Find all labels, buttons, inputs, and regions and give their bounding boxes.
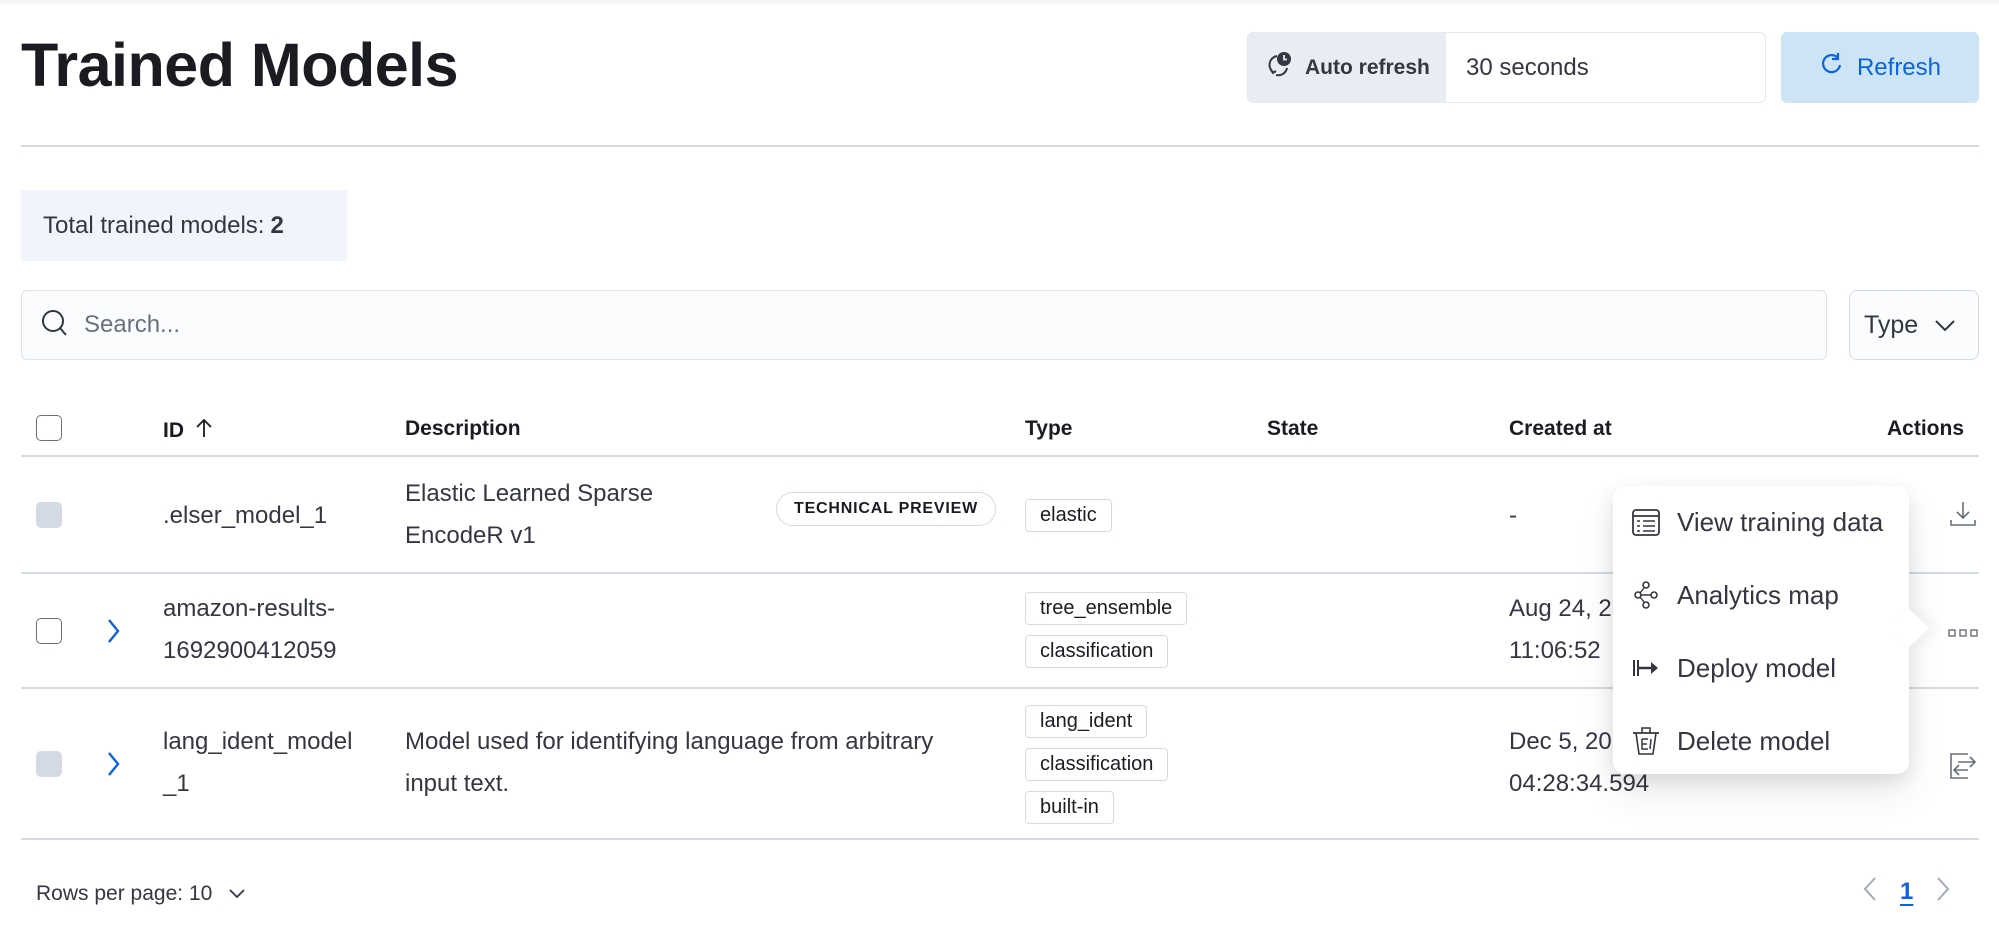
deploy-arrow-icon bbox=[1631, 658, 1661, 678]
column-header-id[interactable]: ID bbox=[163, 417, 214, 445]
type-tag: built-in bbox=[1025, 791, 1114, 824]
column-header-type[interactable]: Type bbox=[1025, 417, 1072, 441]
menu-item-analytics-map[interactable]: Analytics map bbox=[1631, 570, 1839, 620]
type-filter-label: Type bbox=[1864, 310, 1919, 339]
model-id: .elser_model_1 bbox=[163, 502, 328, 529]
type-tag: classification bbox=[1025, 635, 1169, 668]
type-tag: classification bbox=[1025, 748, 1169, 781]
expand-row-chevron-icon[interactable] bbox=[103, 616, 123, 646]
expand-row-chevron-icon[interactable] bbox=[103, 749, 123, 779]
created-line: Aug 24, 2 bbox=[1509, 595, 1612, 622]
auto-refresh-control[interactable]: Auto refresh 30 seconds bbox=[1247, 32, 1766, 103]
description-line: EncodeR v1 bbox=[405, 522, 536, 549]
model-description: Elastic Learned Sparse EncodeR v1 bbox=[405, 473, 653, 557]
search-icon bbox=[40, 308, 70, 343]
total-models-stat: Total trained models: 2 bbox=[21, 190, 347, 261]
menu-item-label: Analytics map bbox=[1677, 579, 1839, 610]
type-tag: elastic bbox=[1025, 499, 1112, 532]
id-line: lang_ident_model bbox=[163, 728, 353, 755]
table-header: ID Description Type State Created at Act… bbox=[21, 400, 1979, 457]
previous-page-chevron-icon[interactable] bbox=[1862, 876, 1878, 907]
auto-refresh-label: Auto refresh bbox=[1305, 55, 1430, 79]
transfer-icon[interactable] bbox=[1948, 751, 1978, 788]
row-checkbox bbox=[36, 502, 62, 528]
type-tag: lang_ident bbox=[1025, 705, 1148, 738]
auto-refresh-interval[interactable]: 30 seconds bbox=[1446, 33, 1765, 102]
table-list-icon bbox=[1631, 508, 1661, 536]
id-line: amazon-results- bbox=[163, 595, 336, 622]
description-line: Elastic Learned Sparse bbox=[405, 480, 654, 507]
model-type-tags: lang_ident classification built-in bbox=[1025, 705, 1169, 834]
next-page-chevron-icon[interactable] bbox=[1935, 876, 1951, 907]
model-id: amazon-results- 1692900412059 bbox=[163, 588, 337, 672]
id-line: _1 bbox=[163, 770, 190, 797]
graph-nodes-icon bbox=[1631, 581, 1661, 609]
select-all-checkbox[interactable] bbox=[36, 415, 62, 441]
menu-item-view-training-data[interactable]: View training data bbox=[1631, 497, 1883, 547]
type-tag: tree_ensemble bbox=[1025, 592, 1188, 625]
created-at: - bbox=[1509, 502, 1517, 529]
column-header-state[interactable]: State bbox=[1267, 417, 1318, 441]
column-header-description[interactable]: Description bbox=[405, 417, 521, 441]
model-type-tags: elastic bbox=[1025, 499, 1112, 542]
technical-preview-badge: TECHNICAL PREVIEW bbox=[776, 492, 996, 526]
page-number-button[interactable]: 1 bbox=[1900, 878, 1913, 906]
search-input[interactable] bbox=[84, 311, 1684, 339]
column-header-actions: Actions bbox=[1887, 417, 1965, 440]
header-divider bbox=[21, 145, 1979, 147]
created-line: 11:06:52 bbox=[1509, 637, 1601, 664]
column-id-label: ID bbox=[163, 419, 184, 442]
row-checkbox bbox=[36, 751, 62, 777]
pagination: 1 bbox=[1862, 876, 1951, 907]
total-models-value: 2 bbox=[270, 211, 284, 239]
row-checkbox[interactable] bbox=[36, 618, 62, 644]
actions-popover: View training data Analytics map Deploy … bbox=[1613, 486, 1929, 774]
menu-item-label: Delete model bbox=[1677, 725, 1831, 756]
search-bar[interactable] bbox=[21, 290, 1827, 360]
chevron-down-icon bbox=[1934, 311, 1956, 340]
chevron-down-icon bbox=[228, 882, 246, 906]
total-models-label: Total trained models: bbox=[43, 211, 265, 239]
model-type-tags: tree_ensemble classification bbox=[1025, 592, 1188, 678]
model-description: Model used for identifying language from… bbox=[405, 721, 933, 805]
auto-refresh-toggle[interactable]: Auto refresh bbox=[1248, 33, 1446, 102]
page-title: Trained Models bbox=[21, 31, 459, 99]
menu-item-label: Deploy model bbox=[1677, 652, 1836, 683]
rows-per-page-label: Rows per page: 10 bbox=[36, 882, 213, 905]
trash-icon bbox=[1631, 726, 1661, 756]
menu-item-delete-model[interactable]: Delete model bbox=[1631, 716, 1830, 766]
clock-refresh-icon bbox=[1265, 50, 1295, 85]
menu-item-label: View training data bbox=[1677, 506, 1884, 537]
refresh-label: Refresh bbox=[1856, 53, 1942, 81]
arrow-up-icon bbox=[194, 417, 214, 445]
type-filter-button[interactable]: Type bbox=[1849, 290, 1979, 360]
refresh-icon bbox=[1819, 51, 1845, 84]
description-line: input text. bbox=[405, 770, 510, 797]
created-at: Aug 24, 2 11:06:52 bbox=[1509, 588, 1612, 672]
download-icon[interactable] bbox=[1948, 499, 1978, 536]
top-shadow bbox=[0, 0, 1999, 6]
menu-item-deploy-model[interactable]: Deploy model bbox=[1631, 643, 1836, 693]
model-id: lang_ident_model _1 bbox=[163, 721, 352, 805]
id-line: 1692900412059 bbox=[163, 637, 337, 664]
more-actions-icon[interactable] bbox=[1948, 618, 1978, 646]
refresh-button[interactable]: Refresh bbox=[1781, 32, 1979, 103]
rows-per-page-selector[interactable]: Rows per page: 10 bbox=[36, 882, 246, 906]
description-line: Model used for identifying language from… bbox=[405, 728, 934, 755]
column-header-created-at[interactable]: Created at bbox=[1509, 417, 1612, 441]
